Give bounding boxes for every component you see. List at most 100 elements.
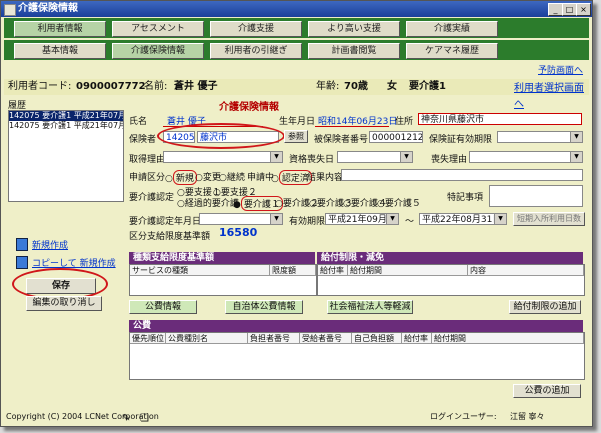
close-button[interactable]: × [576, 3, 591, 16]
care-level-5[interactable]: ○要介護５ [377, 196, 421, 209]
application-type-label: 申請区分 [129, 173, 166, 183]
user-code: 0900007772 [76, 81, 146, 92]
column-header: 給付期間 [348, 265, 468, 276]
main-nav: 利用者情報 アセスメント 介護支援 より高い支援 介護実績 [4, 18, 589, 38]
book-icon: ❏ [140, 413, 149, 424]
history-item[interactable]: 142075 要介護1 平成21年07月01日 [9, 121, 123, 131]
insured-no-field[interactable]: 0000012121 [369, 131, 423, 143]
insurer-reference-button[interactable]: 参照 [284, 130, 308, 143]
column-header: 給付率 [402, 333, 432, 344]
window-title: 介護保険情報 [18, 3, 78, 14]
copy-new-link[interactable]: コピーして 新規作成 [32, 256, 116, 269]
user-age: 70歳 [344, 81, 368, 92]
transitional-care[interactable]: ○経過的要介護 [177, 196, 239, 209]
valid-from-select[interactable]: 平成21年09月01日 [325, 213, 399, 225]
range-tilde: ～ [405, 217, 415, 227]
history-item[interactable]: 142075 要介護1 平成21年07月01日 [9, 111, 123, 121]
status-bar: Copyright (C) 2004 LCNet Corporation ✎ ❏… [4, 409, 589, 424]
left-panel: 履歴 142075 要介護1 平成21年07月01日 142075 要介護1 平… [4, 96, 128, 408]
address-field[interactable]: 神奈川県藤沢市 [418, 113, 582, 125]
add-restriction-button[interactable]: 給付制限の追加 [509, 300, 581, 314]
cert-period-select[interactable] [497, 131, 583, 143]
app-icon [4, 4, 16, 16]
cert-date-select[interactable] [199, 213, 283, 225]
acquire-reason-label: 取得理由 [129, 155, 166, 165]
tab-care-support[interactable]: 介護支援 [210, 21, 302, 37]
tab-care-record[interactable]: 介護実績 [406, 21, 498, 37]
cert-date-label: 要介護認定年月日 [129, 217, 202, 227]
name-label: 氏名 [129, 117, 148, 127]
tab-social-welfare-reduction[interactable]: 社会福祉法人等軽減 [327, 300, 413, 314]
insured-no-label: 被保険者番号 [314, 135, 369, 145]
tab-assessment[interactable]: アセスメント [112, 21, 204, 37]
tab-basic-info[interactable]: 基本情報 [14, 43, 106, 59]
age-label: 年齢: [316, 81, 340, 92]
tab-plan-view[interactable]: 計画書閲覧 [308, 43, 400, 59]
tab-caremanager-history[interactable]: ケアマネ履歴 [406, 43, 498, 59]
address-label: 住所 [395, 117, 414, 127]
tab-user-info[interactable]: 利用者情報 [14, 21, 106, 37]
lost-date-select[interactable] [337, 151, 413, 163]
app-option-continue[interactable]: ○継続 [219, 170, 245, 183]
column-header: 限度額 [270, 265, 316, 276]
sub-nav: 基本情報 介護保険情報 利用者の引継ぎ 計画書閲覧 ケアマネ履歴 [4, 40, 589, 60]
tab-higher-support[interactable]: より高い支援 [308, 21, 400, 37]
tab-public-expense[interactable]: 公費情報 [129, 300, 197, 314]
limit-amount-value: 16580 [219, 226, 258, 239]
result-field[interactable] [341, 169, 583, 181]
user-code-label: 利用者コード: [8, 81, 72, 92]
column-header: 公費種別名 [166, 333, 248, 344]
column-header: 内容 [468, 265, 584, 276]
copyright: Copyright (C) 2004 LCNet Corporation [6, 412, 159, 421]
form-heading: 介護保険情報 [219, 102, 279, 113]
lost-reason-label: 喪失理由 [431, 155, 468, 165]
user-name: 蒼井 優子 [174, 81, 218, 92]
new-doc-icon [16, 238, 28, 251]
restriction-section-header: 給付制限・減免 [317, 252, 583, 264]
new-create-link[interactable]: 新規作成 [32, 238, 68, 251]
special-notes-field[interactable] [489, 185, 583, 207]
restriction-table[interactable]: 給付率 給付期間 内容 [317, 264, 585, 296]
public-expense-header: 公費 [129, 320, 583, 332]
column-header: 負担者番号 [248, 333, 300, 344]
public-expense-table[interactable]: 優先順位 公費種別名 負担者番号 受給者番号 自己負担額 給付率 給付期間 [129, 332, 585, 380]
short-stay-days-button[interactable]: 短期入所利用日数 [513, 212, 585, 226]
maximize-button[interactable]: □ [562, 3, 577, 16]
birth-label: 生年月日 [279, 117, 316, 127]
user-sex: 女 [387, 81, 397, 92]
pen-icon: ✎ [122, 413, 131, 424]
tab-municipal-expense[interactable]: 自治体公費情報 [225, 300, 303, 314]
kinds-table[interactable]: サービスの種類 限度額 [129, 264, 317, 296]
cancel-edit-button[interactable]: 編集の取り消し [26, 296, 102, 311]
special-notes-label: 特記事項 [447, 193, 484, 203]
history-list[interactable]: 142075 要介護1 平成21年07月01日 142075 要介護1 平成21… [8, 110, 124, 202]
lost-date-label: 資格喪失日 [289, 155, 335, 165]
insurance-form: 介護保険情報 氏名 蒼井 優子 生年月日 昭和14年06月23日 住所 神奈川県… [129, 96, 589, 408]
login-user-name: 江留 寧々 [510, 412, 545, 421]
column-header: 優先順位 [130, 333, 166, 344]
tab-care-insurance-info[interactable]: 介護保険情報 [112, 43, 204, 59]
valid-to-select[interactable]: 平成22年08月31日 [419, 213, 507, 225]
column-header: 受給者番号 [300, 333, 352, 344]
column-header: サービスの種類 [130, 265, 270, 276]
minimize-button[interactable]: _ [548, 3, 563, 16]
user-info-bar: 利用者コード: 0900007772 名前: 蒼井 優子 年齢: 70歳 女 要… [4, 79, 589, 110]
prevention-screen-link[interactable]: 予防画面へ [538, 63, 583, 76]
column-header: 給付率 [318, 265, 348, 276]
add-public-expense-button[interactable]: 公費の追加 [513, 384, 581, 398]
app-option-change[interactable]: ○変更 [195, 170, 221, 183]
lost-reason-select[interactable] [469, 151, 583, 163]
acquire-reason-select[interactable] [163, 151, 283, 163]
limit-amount-label: 区分支給限度基準額 [129, 232, 211, 242]
app-option-new[interactable]: ○ 新規 [165, 170, 197, 185]
care-insurance-window: 介護保険情報 _ □ × 利用者情報 アセスメント 介護支援 より高い支援 介護… [0, 0, 593, 427]
insurer-highlight [157, 123, 285, 149]
user-name-label: 名前: [144, 81, 168, 92]
cert-period-label: 保険証有効期限 [429, 135, 493, 145]
tab-user-handover[interactable]: 利用者の引継ぎ [210, 43, 302, 59]
applying-label: 申請中 [247, 173, 275, 183]
certified-option[interactable]: ○ 認定済 [271, 170, 312, 185]
kinds-section-header: 種類支給限度基準額 [129, 252, 315, 264]
login-user-label: ログインユーザー: [430, 412, 497, 421]
copy-doc-icon [16, 256, 28, 269]
